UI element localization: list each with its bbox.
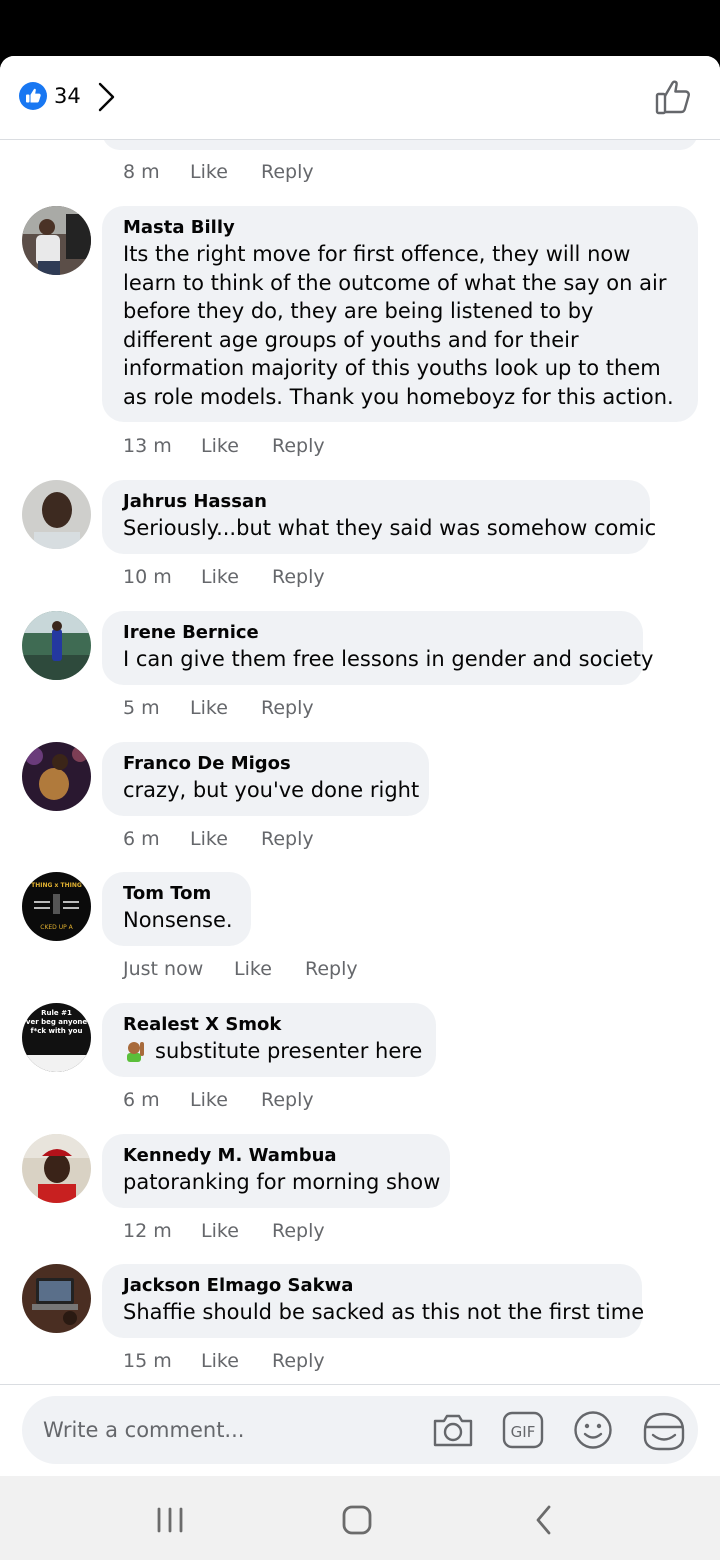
like-link[interactable]: Like bbox=[201, 432, 239, 460]
gif-icon[interactable]: GIF bbox=[501, 1410, 545, 1450]
comment-author[interactable]: Kennedy M. Wambua bbox=[123, 1144, 429, 1168]
comment-bubble: Realest X Smok substitute presenter here bbox=[102, 1003, 436, 1077]
recents-nav-icon[interactable] bbox=[155, 1506, 185, 1534]
comment-composer: Write a comment... GIF bbox=[0, 1384, 720, 1476]
sticker-icon[interactable] bbox=[641, 1410, 687, 1452]
comment-meta: 10 m Like Reply bbox=[0, 563, 720, 591]
avatar[interactable]: THING x THING CKED UP A bbox=[22, 872, 91, 941]
chevron-right-icon[interactable] bbox=[95, 80, 117, 114]
comment-author[interactable]: Jahrus Hassan bbox=[123, 490, 629, 514]
person-gesturing-emoji-icon bbox=[127, 1042, 144, 1062]
comment-text: I can give them free lessons in gender a… bbox=[123, 647, 654, 671]
comment-time: 6 m bbox=[123, 1089, 160, 1111]
comment-text-row: substitute presenter here bbox=[123, 1037, 422, 1066]
comment-list: 8 m Like Reply Masta Billy Its the right… bbox=[0, 140, 720, 1384]
reply-link[interactable]: Reply bbox=[261, 694, 314, 722]
avatar-caption: f*ck with you bbox=[30, 1027, 83, 1035]
reply-link[interactable]: Reply bbox=[305, 955, 358, 983]
comment-input[interactable]: Write a comment... GIF bbox=[22, 1396, 698, 1464]
comment-meta: Just now Like Reply bbox=[0, 955, 720, 983]
comment-time: 12 m bbox=[123, 1220, 172, 1242]
comment-bubble: Kennedy M. Wambua patoranking for mornin… bbox=[102, 1134, 450, 1208]
comment-text: Shaffie should be sacked as this not the… bbox=[123, 1300, 645, 1324]
previous-comment-bubble bbox=[102, 140, 698, 150]
comment-bubble: Jahrus Hassan Seriously...but what they … bbox=[102, 480, 657, 554]
comment-time: 10 m bbox=[123, 566, 172, 588]
comment-time: 13 m bbox=[123, 435, 172, 457]
like-link[interactable]: Like bbox=[201, 1347, 239, 1375]
reply-link[interactable]: Reply bbox=[261, 158, 314, 186]
avatar[interactable] bbox=[22, 742, 91, 811]
comment-bubble: Jackson Elmago Sakwa Shaffie should be s… bbox=[102, 1264, 645, 1338]
comment-text: patoranking for morning show bbox=[123, 1170, 441, 1194]
avatar[interactable]: Rule #1 ver beg anyone f*ck with you bbox=[22, 1003, 91, 1072]
comment-text: crazy, but you've done right bbox=[123, 778, 420, 802]
comment-meta: 6 m Like Reply bbox=[0, 825, 720, 853]
comment-text: substitute presenter here bbox=[155, 1039, 423, 1063]
reply-link[interactable]: Reply bbox=[272, 432, 325, 460]
reactions-header: 34 bbox=[0, 56, 720, 140]
comment-meta: 6 m Like Reply bbox=[0, 1086, 720, 1114]
back-nav-icon[interactable] bbox=[532, 1504, 556, 1536]
comment-meta: 13 m Like Reply bbox=[0, 432, 720, 460]
comment-bubble: Tom Tom Nonsense. bbox=[102, 872, 251, 946]
like-link[interactable]: Like bbox=[190, 158, 228, 186]
comment-bubble: Franco De Migos crazy, but you've done r… bbox=[102, 742, 429, 816]
comment-meta: 8 m Like Reply bbox=[0, 158, 720, 186]
comment-text: Nonsense. bbox=[123, 908, 233, 932]
comment-author[interactable]: Masta Billy bbox=[123, 216, 677, 240]
avatar-caption: Rule #1 bbox=[41, 1009, 72, 1017]
home-nav-icon[interactable] bbox=[341, 1504, 373, 1536]
comment-time: 6 m bbox=[123, 828, 160, 850]
thumbs-up-icon[interactable] bbox=[652, 76, 694, 118]
status-bar bbox=[0, 0, 720, 56]
avatar[interactable] bbox=[22, 611, 91, 680]
like-link[interactable]: Like bbox=[190, 694, 228, 722]
comment-bubble: Irene Bernice I can give them free lesso… bbox=[102, 611, 654, 685]
svg-text:GIF: GIF bbox=[511, 1423, 536, 1441]
comments-sheet: 34 8 m Like Reply Masta Billy Its the ri… bbox=[0, 56, 720, 1476]
like-link[interactable]: Like bbox=[201, 563, 239, 591]
reaction-count[interactable]: 34 bbox=[54, 82, 81, 110]
comment-meta: 12 m Like Reply bbox=[0, 1217, 720, 1245]
comment-author[interactable]: Jackson Elmago Sakwa bbox=[123, 1274, 621, 1298]
comment-author[interactable]: Tom Tom bbox=[123, 882, 230, 906]
avatar-caption: ver beg anyone bbox=[25, 1018, 88, 1026]
reply-link[interactable]: Reply bbox=[261, 1086, 314, 1114]
comment-meta: 5 m Like Reply bbox=[0, 694, 720, 722]
reply-link[interactable]: Reply bbox=[261, 825, 314, 853]
avatar[interactable] bbox=[22, 1134, 91, 1203]
comment-text: Seriously...but what they said was someh… bbox=[123, 516, 657, 540]
comment-time: Just now bbox=[123, 958, 204, 980]
reply-link[interactable]: Reply bbox=[272, 1217, 325, 1245]
comment-bubble: Masta Billy Its the right move for first… bbox=[102, 206, 698, 422]
comment-text: Its the right move for first offence, th… bbox=[123, 242, 674, 409]
reply-link[interactable]: Reply bbox=[272, 1347, 325, 1375]
avatar-caption: CKED UP A bbox=[40, 924, 73, 931]
avatar[interactable] bbox=[22, 206, 91, 275]
emoji-icon[interactable] bbox=[571, 1410, 615, 1450]
comment-author[interactable]: Realest X Smok bbox=[123, 1013, 415, 1037]
android-nav-bar bbox=[0, 1476, 720, 1560]
reply-link[interactable]: Reply bbox=[272, 563, 325, 591]
comment-author[interactable]: Franco De Migos bbox=[123, 752, 408, 776]
like-link[interactable]: Like bbox=[190, 825, 228, 853]
comment-time: 15 m bbox=[123, 1350, 172, 1372]
avatar[interactable] bbox=[22, 480, 91, 549]
comment-author[interactable]: Irene Bernice bbox=[123, 621, 622, 645]
comment-time: 5 m bbox=[123, 697, 160, 719]
camera-icon[interactable] bbox=[431, 1410, 475, 1450]
like-link[interactable]: Like bbox=[201, 1217, 239, 1245]
comment-time: 8 m bbox=[123, 161, 160, 183]
like-link[interactable]: Like bbox=[234, 955, 272, 983]
avatar[interactable] bbox=[22, 1264, 91, 1333]
like-link[interactable]: Like bbox=[190, 1086, 228, 1114]
comment-meta: 15 m Like Reply bbox=[0, 1347, 720, 1375]
like-reaction-icon bbox=[19, 82, 47, 110]
comment-input-placeholder: Write a comment... bbox=[43, 1418, 245, 1442]
